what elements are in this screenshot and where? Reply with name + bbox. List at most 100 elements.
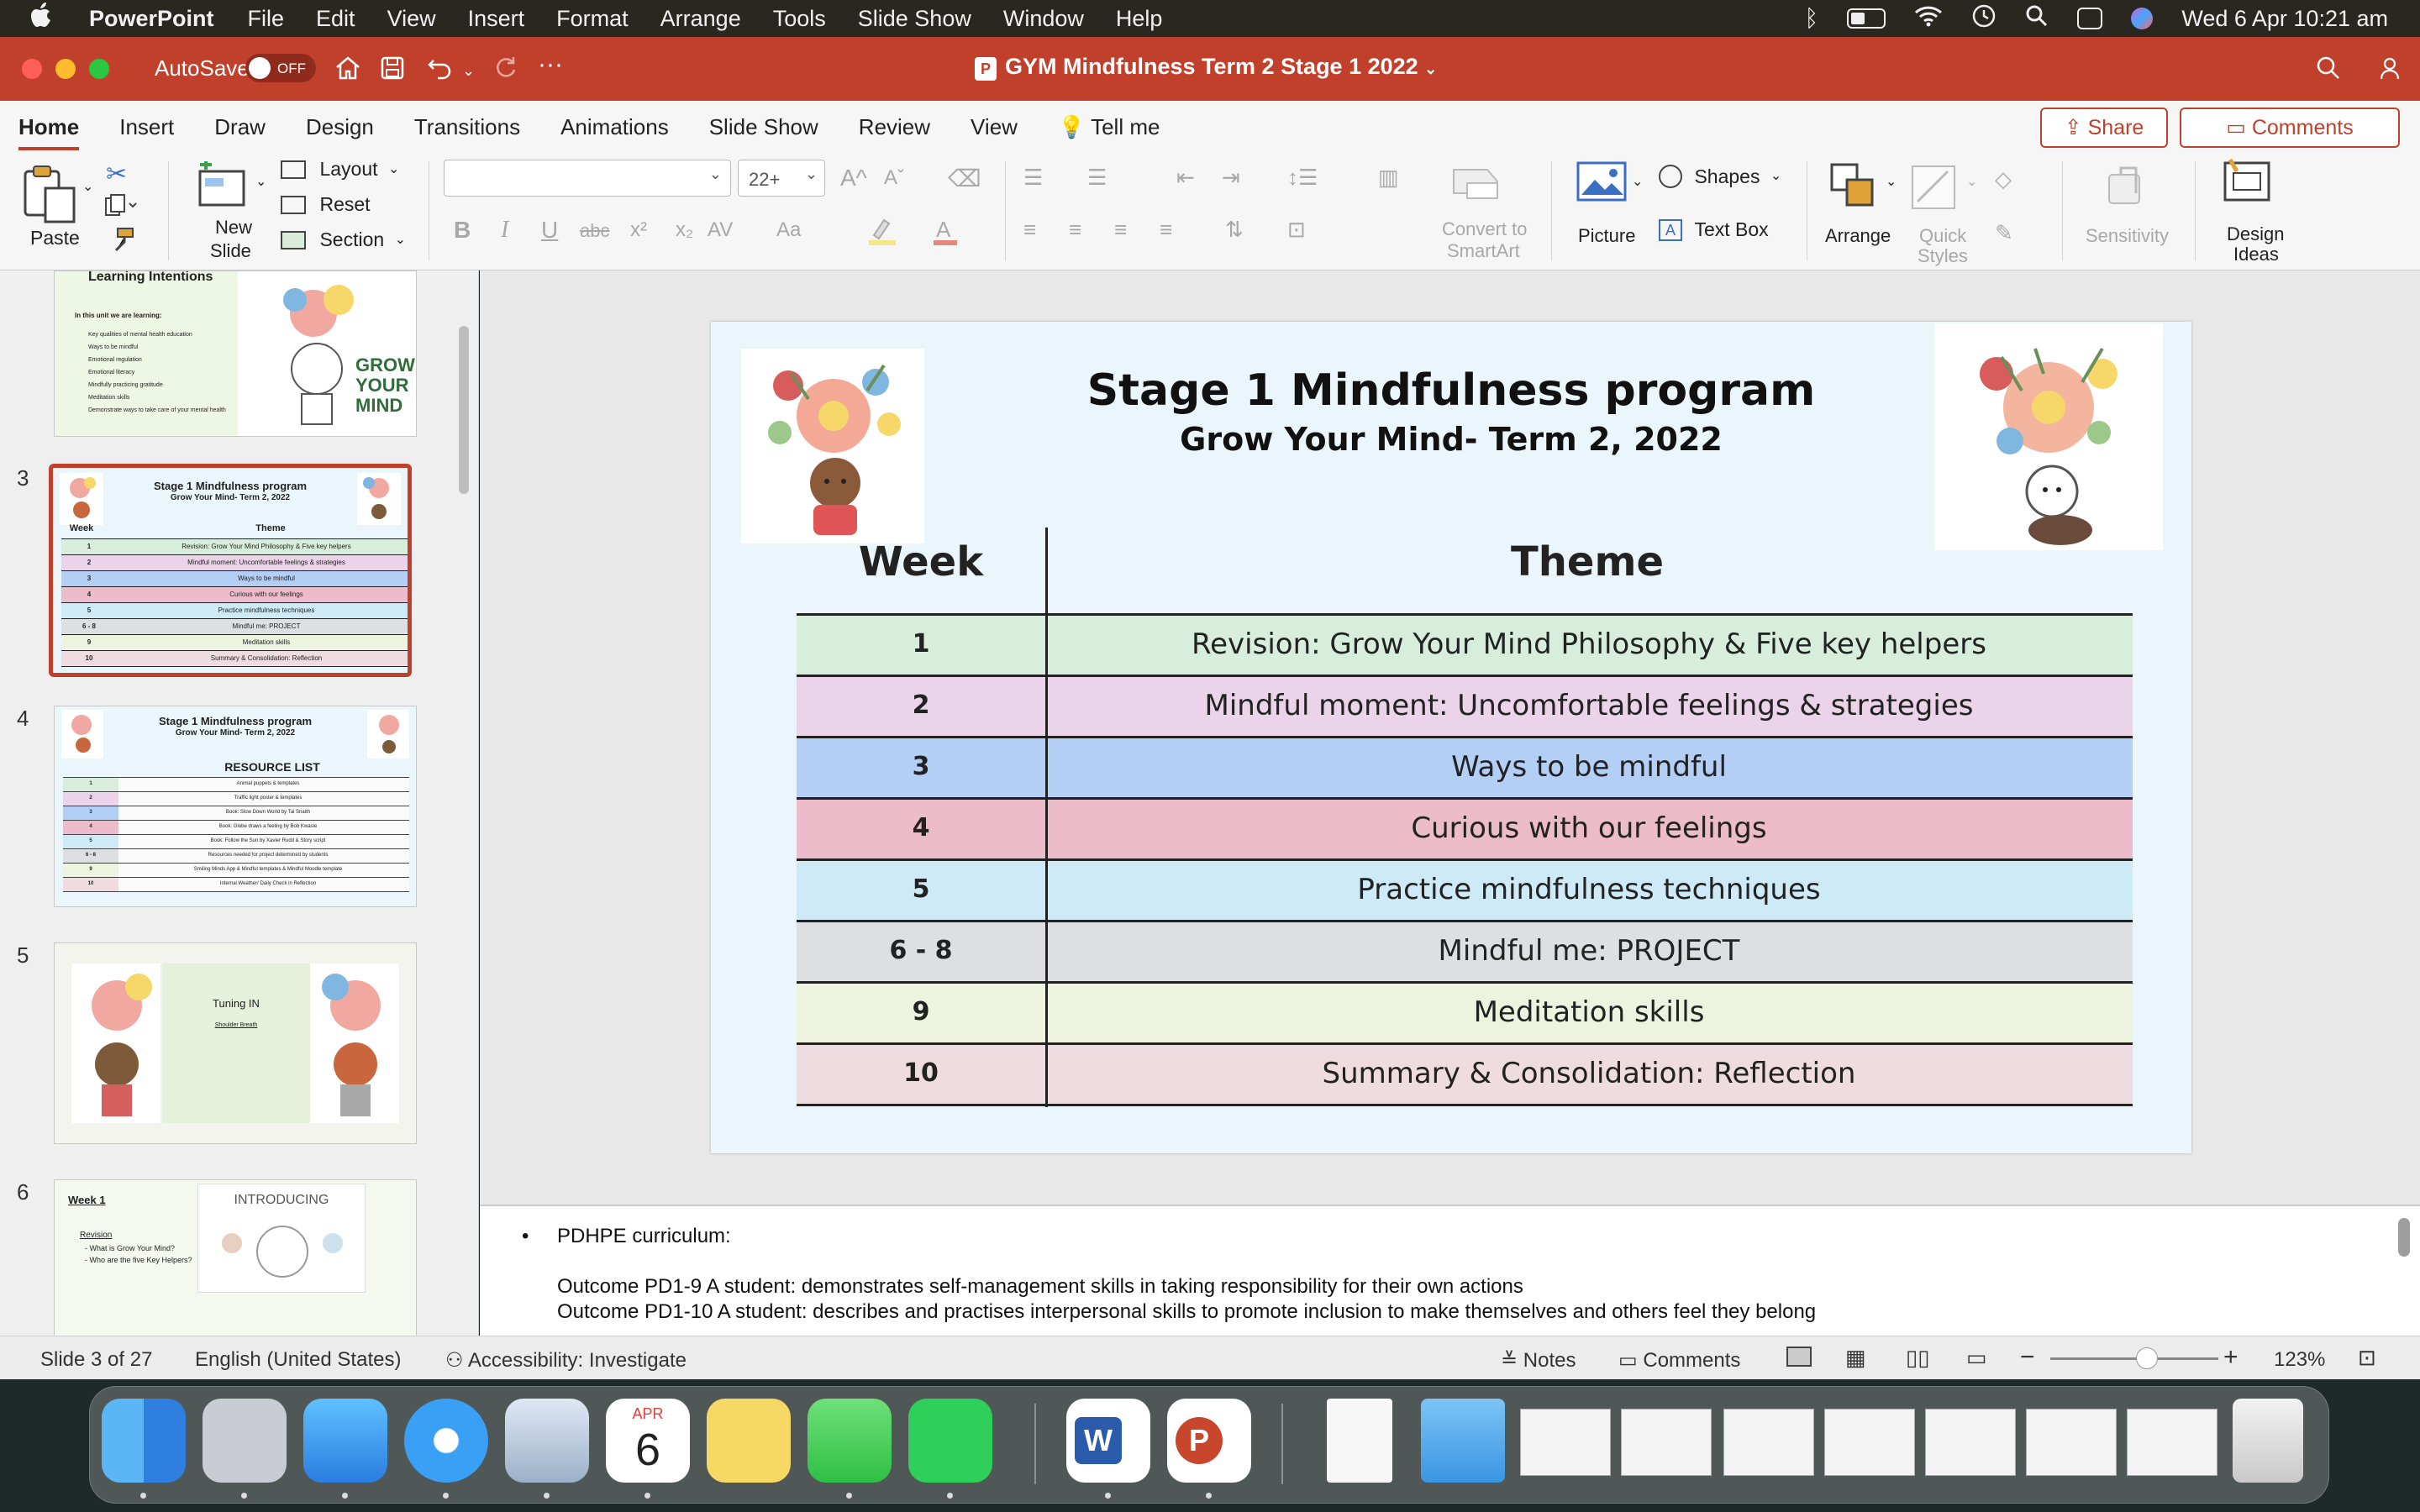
line-spacing-icon[interactable]: ↕☰	[1287, 165, 1318, 191]
decrease-indent-icon[interactable]: ⇤	[1176, 165, 1195, 191]
columns-icon[interactable]: ▥	[1378, 165, 1399, 191]
theme-column-header[interactable]: Theme	[1045, 538, 2129, 585]
week-cell[interactable]: 3	[797, 752, 1045, 781]
spotlight-search-icon[interactable]	[2025, 4, 2049, 34]
theme-cell[interactable]: Mindful moment: Uncomfortable feelings &…	[1045, 689, 2133, 722]
week-cell[interactable]: 4	[797, 813, 1045, 843]
tell-me-search[interactable]: 💡 Tell me	[1058, 114, 1160, 140]
language-indicator[interactable]: English (United States)	[195, 1348, 401, 1372]
document-title[interactable]: P GYM Mindfulness Term 2 Stage 1 2022 ⌄	[975, 54, 1437, 81]
arrange-button[interactable]: Arrange	[1820, 161, 1912, 262]
search-icon[interactable]	[2316, 55, 2344, 81]
collaborate-icon[interactable]	[2373, 55, 2402, 81]
notes-line[interactable]: PDHPE curriculum:	[557, 1225, 731, 1248]
slide-thumbnail-5[interactable]: Tuning IN Shoulder Breath	[54, 942, 417, 1144]
more-options-icon[interactable]: ···	[538, 50, 566, 78]
quick-styles-button[interactable]: Quick Styles	[1907, 161, 1991, 266]
highlight-color-icon[interactable]	[865, 215, 899, 251]
character-spacing-button[interactable]: AV	[708, 218, 733, 242]
reading-view-icon[interactable]: ▯▯	[1906, 1345, 1930, 1371]
shapes-button[interactable]: Shapes ⌄	[1659, 165, 1793, 198]
comments-button[interactable]: ▭ Comments	[2180, 108, 2400, 148]
siri-icon[interactable]	[2131, 8, 2154, 29]
autosave-toggle[interactable]: OFF	[245, 54, 316, 82]
tab-design[interactable]: Design	[306, 114, 374, 140]
theme-cell[interactable]: Ways to be mindful	[1045, 750, 2133, 784]
theme-cell[interactable]: Meditation skills	[1045, 995, 2133, 1029]
justify-icon[interactable]: ≡	[1160, 217, 1172, 243]
undo-icon[interactable]	[427, 55, 455, 81]
paste-dropdown-icon[interactable]: ⌄	[82, 178, 93, 195]
align-left-icon[interactable]: ≡	[1023, 217, 1036, 243]
tab-home[interactable]: Home	[18, 104, 80, 150]
redo-icon[interactable]	[492, 55, 521, 81]
zoom-slider[interactable]	[2050, 1347, 2218, 1369]
current-slide[interactable]: Stage 1 Mindfulness program Grow Your Mi…	[711, 322, 2191, 1153]
menubar-clock[interactable]: Wed 6 Apr 10:21 am	[2181, 6, 2388, 32]
slide-subtitle[interactable]: Grow Your Mind- Term 2, 2022	[711, 421, 2191, 458]
window-thumbnail[interactable]	[1520, 1409, 1611, 1476]
tab-insert[interactable]: Insert	[119, 114, 174, 140]
folder-icon[interactable]	[1421, 1399, 1505, 1483]
menu-app-name[interactable]: PowerPoint	[89, 6, 214, 32]
theme-cell[interactable]: Mindful me: PROJECT	[1045, 934, 2133, 968]
week-column-header[interactable]: Week	[797, 538, 1045, 585]
table-row[interactable]: 5 Practice mindfulness techniques	[797, 861, 2133, 922]
text-direction-icon[interactable]: ⇅	[1225, 217, 1244, 243]
menu-insert[interactable]: Insert	[468, 6, 525, 32]
messages-icon[interactable]	[808, 1399, 892, 1483]
menu-help[interactable]: Help	[1116, 6, 1163, 32]
paste-button[interactable]: Paste	[20, 163, 94, 255]
week-cell[interactable]: 2	[797, 690, 1045, 720]
section-button[interactable]: Section ⌄	[281, 228, 415, 259]
table-row[interactable]: 4 Curious with our feelings	[797, 800, 2133, 861]
layout-button[interactable]: Layout ⌄	[281, 158, 407, 188]
font-size-select[interactable]: 22+ ⌄	[738, 160, 825, 197]
bold-button[interactable]: B	[454, 217, 471, 244]
close-window-button[interactable]	[22, 59, 42, 79]
subscript-button[interactable]: x₂	[676, 218, 693, 242]
table-row[interactable]: 1 Revision: Grow Your Mind Philosophy & F…	[797, 616, 2133, 677]
window-thumbnail[interactable]	[1723, 1409, 1814, 1476]
slide-thumbnail-3[interactable]: Stage 1 Mindfulness program Grow Your Mi…	[49, 464, 412, 677]
tab-review[interactable]: Review	[859, 114, 930, 140]
slide-title[interactable]: Stage 1 Mindfulness program	[711, 365, 2191, 416]
font-name-select[interactable]: ⌄	[444, 160, 731, 197]
week-cell[interactable]: 5	[797, 874, 1045, 904]
superscript-button[interactable]: x²	[630, 218, 647, 242]
table-row[interactable]: 9 Meditation skills	[797, 984, 2133, 1045]
convert-to-smartart-button[interactable]: Convert to SmartArt	[1428, 161, 1546, 262]
shape-fill-icon[interactable]: ◇	[1995, 166, 2012, 192]
table-row[interactable]: 10 Summary & Consolidation: Reflection	[797, 1045, 2133, 1106]
preview-icon[interactable]	[505, 1399, 589, 1483]
menu-slide-show[interactable]: Slide Show	[858, 6, 971, 32]
notes-scrollbar[interactable]	[2398, 1218, 2410, 1257]
slide-thumbnail-6[interactable]: Week 1 Revision - What is Grow Your Mind…	[54, 1179, 417, 1336]
bullets-icon[interactable]: ☰	[1023, 165, 1043, 191]
slide-thumbnail-4[interactable]: Stage 1 Mindfulness program Grow Your Mi…	[54, 706, 417, 907]
finder-icon[interactable]	[102, 1399, 186, 1483]
format-painter-icon[interactable]	[108, 227, 134, 256]
reset-button[interactable]: Reset	[281, 193, 407, 223]
strikethrough-button[interactable]: abc	[580, 220, 609, 242]
trash-icon[interactable]	[2233, 1399, 2303, 1483]
week-cell[interactable]: 10	[797, 1058, 1045, 1088]
increase-font-size-icon[interactable]: A^	[840, 165, 867, 192]
week-cell[interactable]: 1	[797, 629, 1045, 659]
theme-cell[interactable]: Practice mindfulness techniques	[1045, 873, 2133, 906]
align-center-icon[interactable]: ≡	[1069, 217, 1081, 243]
normal-view-icon[interactable]	[1786, 1347, 1812, 1367]
maximize-window-button[interactable]	[89, 59, 109, 79]
slide-thumbnail-panel[interactable]: Learning Intentions In this unit we are …	[0, 270, 479, 1336]
clear-formatting-icon[interactable]: ⌫	[948, 165, 981, 192]
zoom-out-button[interactable]: −	[2020, 1343, 2035, 1372]
theme-cell[interactable]: Revision: Grow Your Mind Philosophy & Fi…	[1045, 627, 2133, 661]
bluetooth-icon[interactable]: ᛒ	[1805, 5, 1819, 32]
decrease-font-size-icon[interactable]: Aˇ	[884, 166, 904, 190]
apple-icon[interactable]	[30, 2, 64, 35]
tab-transitions[interactable]: Transitions	[414, 114, 520, 140]
tab-slide-show[interactable]: Slide Show	[709, 114, 818, 140]
notes-toggle[interactable]: ≚ Notes	[1501, 1348, 1576, 1373]
panel-scrollbar[interactable]	[459, 326, 469, 494]
align-text-icon[interactable]: ⊡	[1287, 217, 1306, 243]
